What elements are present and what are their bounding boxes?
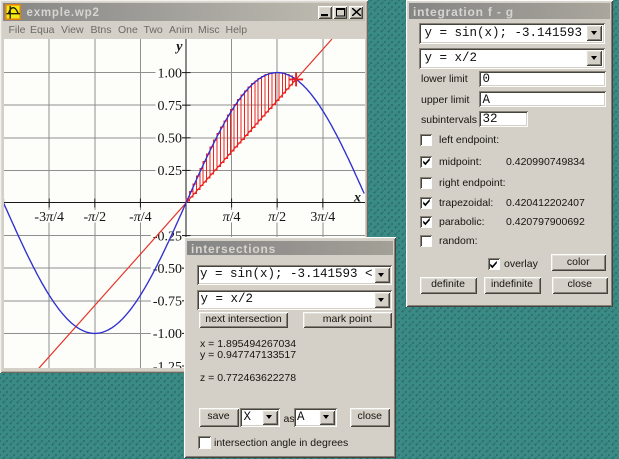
svg-text:-π/4: -π/4	[129, 210, 152, 225]
svg-text:-0.25: -0.25	[152, 229, 181, 244]
svg-text:-1.25: -1.25	[152, 359, 181, 367]
svg-text:-1.00: -1.00	[152, 327, 181, 342]
svg-text:-π/2: -π/2	[83, 210, 106, 225]
svg-text:y: y	[174, 39, 183, 54]
svg-text:-3π/4: -3π/4	[34, 210, 64, 225]
svg-text:0.50: 0.50	[157, 131, 182, 146]
svg-text:π/4: π/4	[222, 210, 240, 225]
svg-text:-0.75: -0.75	[152, 294, 181, 309]
svg-text:3π/4: 3π/4	[310, 210, 335, 225]
svg-text:x: x	[353, 190, 361, 205]
svg-text:1.00: 1.00	[157, 66, 182, 81]
svg-text:0.25: 0.25	[157, 164, 182, 179]
svg-text:0.75: 0.75	[157, 99, 182, 114]
svg-text:π/2: π/2	[268, 210, 286, 225]
